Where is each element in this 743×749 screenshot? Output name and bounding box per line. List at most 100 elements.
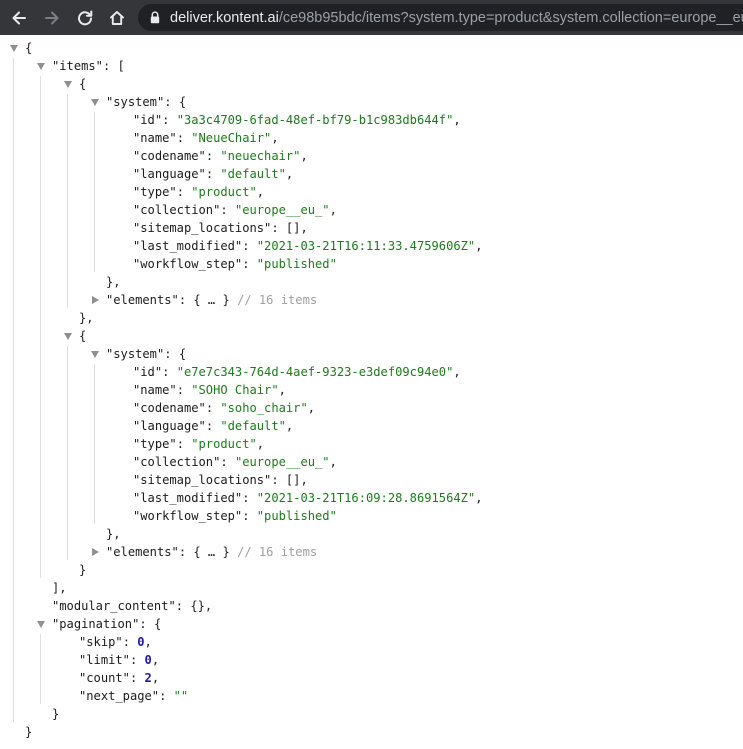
json-value: { … } <box>193 545 230 559</box>
indent-guide <box>94 364 95 524</box>
json-key: "id" <box>133 365 163 379</box>
json-line: } <box>0 705 743 723</box>
json-value: 0 <box>137 635 145 649</box>
browser-toolbar: deliver.kontent.ai/ce98b95bdc/items?syst… <box>0 0 743 35</box>
json-value: "europe__eu_" <box>234 455 330 469</box>
json-key: "modular_content" <box>52 599 176 613</box>
indent-guide <box>40 76 41 578</box>
json-comment: // 16 items <box>237 293 318 307</box>
json-value: { <box>178 95 187 109</box>
json-line: }, <box>106 275 121 289</box>
json-value: "2021-03-21T16:11:33.4759606Z" <box>256 239 476 253</box>
collapse-toggle-icon[interactable] <box>64 333 72 340</box>
indent-guide <box>13 58 14 722</box>
json-bracket: { <box>25 41 33 55</box>
json-key: "next_page" <box>79 689 160 703</box>
json-value: [] <box>285 473 301 487</box>
json-line: "name": "SOHO Chair", <box>133 383 286 397</box>
json-key: "elements" <box>106 545 179 559</box>
json-line: "system": { <box>0 345 743 363</box>
indent-guide <box>67 346 68 560</box>
forward-button[interactable] <box>40 6 64 30</box>
json-line: "id": "e7e7c343-764d-4aef-9323-e3def09c9… <box>133 365 461 379</box>
json-key: "last_modified" <box>133 239 243 253</box>
json-line: { <box>0 39 743 57</box>
json-line: "type": "product", <box>133 437 265 451</box>
reload-button[interactable] <box>73 6 97 30</box>
json-line: "collection": "europe__eu_", <box>133 203 337 217</box>
json-key: "elements" <box>106 293 179 307</box>
json-key: "name" <box>133 383 177 397</box>
collapse-toggle-icon[interactable] <box>64 81 72 88</box>
address-bar[interactable]: deliver.kontent.ai/ce98b95bdc/items?syst… <box>138 4 743 31</box>
json-line: }, <box>106 527 121 541</box>
json-line: "skip": 0, <box>79 635 152 649</box>
json-line: "sitemap_locations": [], <box>133 221 308 235</box>
json-value: "published" <box>256 257 337 271</box>
collapse-toggle-icon[interactable] <box>91 351 99 358</box>
json-value: [ <box>117 59 125 73</box>
expand-toggle-icon[interactable] <box>92 296 99 304</box>
json-line: "sitemap_locations": [], <box>133 473 308 487</box>
arrow-left-icon <box>12 11 26 24</box>
json-value: "2021-03-21T16:09:28.8691564Z" <box>256 491 476 505</box>
json-line: "system": { <box>0 93 743 111</box>
json-value: "soho_chair" <box>220 401 308 415</box>
json-value: "neuechair" <box>220 149 301 163</box>
json-key: "collection" <box>133 455 221 469</box>
arrow-right-icon <box>45 11 59 24</box>
json-key: "workflow_step" <box>133 257 243 271</box>
json-key: "language" <box>133 167 206 181</box>
json-value: "published" <box>256 509 337 523</box>
json-line: "codename": "soho_chair", <box>133 401 316 415</box>
json-line: "modular_content": {}, <box>52 599 213 613</box>
json-key: "system" <box>106 347 165 361</box>
json-line: "elements": { … } // 16 items <box>0 291 743 309</box>
home-button[interactable] <box>105 6 129 30</box>
json-key: "system" <box>106 95 165 109</box>
json-bracket: { <box>79 77 87 91</box>
json-line: "items": [ <box>0 57 743 75</box>
json-comment: // 16 items <box>237 545 318 559</box>
collapse-toggle-icon[interactable] <box>37 621 45 628</box>
collapse-toggle-icon[interactable] <box>91 99 99 106</box>
json-value: 2 <box>144 671 152 685</box>
json-bracket: } <box>52 707 60 721</box>
expand-toggle-icon[interactable] <box>92 548 99 556</box>
json-key: "sitemap_locations" <box>133 221 272 235</box>
json-value: {} <box>190 599 205 613</box>
json-value: "product" <box>191 437 257 451</box>
json-key: "type" <box>133 185 177 199</box>
json-viewer: {"items": [{"system": {"id": "3a3c4709-6… <box>0 39 743 749</box>
json-line: "limit": 0, <box>79 653 160 667</box>
json-value: { … } <box>193 293 230 307</box>
json-line: "last_modified": "2021-03-21T16:11:33.47… <box>133 239 483 253</box>
json-key: "items" <box>52 59 103 73</box>
json-key: "name" <box>133 131 177 145</box>
json-value: "NeueChair" <box>191 131 272 145</box>
collapse-toggle-icon[interactable] <box>10 45 18 52</box>
json-key: "codename" <box>133 149 206 163</box>
json-key: "skip" <box>79 635 123 649</box>
json-key: "sitemap_locations" <box>133 473 272 487</box>
json-line: "collection": "europe__eu_", <box>133 455 337 469</box>
json-key: "language" <box>133 419 206 433</box>
json-value: "default" <box>220 167 286 181</box>
json-value: 0 <box>144 653 152 667</box>
json-bracket: } <box>25 725 33 739</box>
back-button[interactable] <box>7 6 31 30</box>
json-line: ], <box>52 581 67 595</box>
json-key: "codename" <box>133 401 206 415</box>
json-value: "" <box>173 689 189 703</box>
json-line: "name": "NeueChair", <box>133 131 279 145</box>
json-value: "default" <box>220 419 286 433</box>
collapse-toggle-icon[interactable] <box>37 63 45 70</box>
json-line: "count": 2, <box>79 671 160 685</box>
lock-icon <box>150 11 160 24</box>
json-value: "e7e7c343-764d-4aef-9323-e3def09c94e0" <box>176 365 454 379</box>
json-key: "pagination" <box>52 617 140 631</box>
indent-guide <box>94 112 95 272</box>
json-value: "europe__eu_" <box>234 203 330 217</box>
json-key: "type" <box>133 437 177 451</box>
json-key: "workflow_step" <box>133 509 243 523</box>
